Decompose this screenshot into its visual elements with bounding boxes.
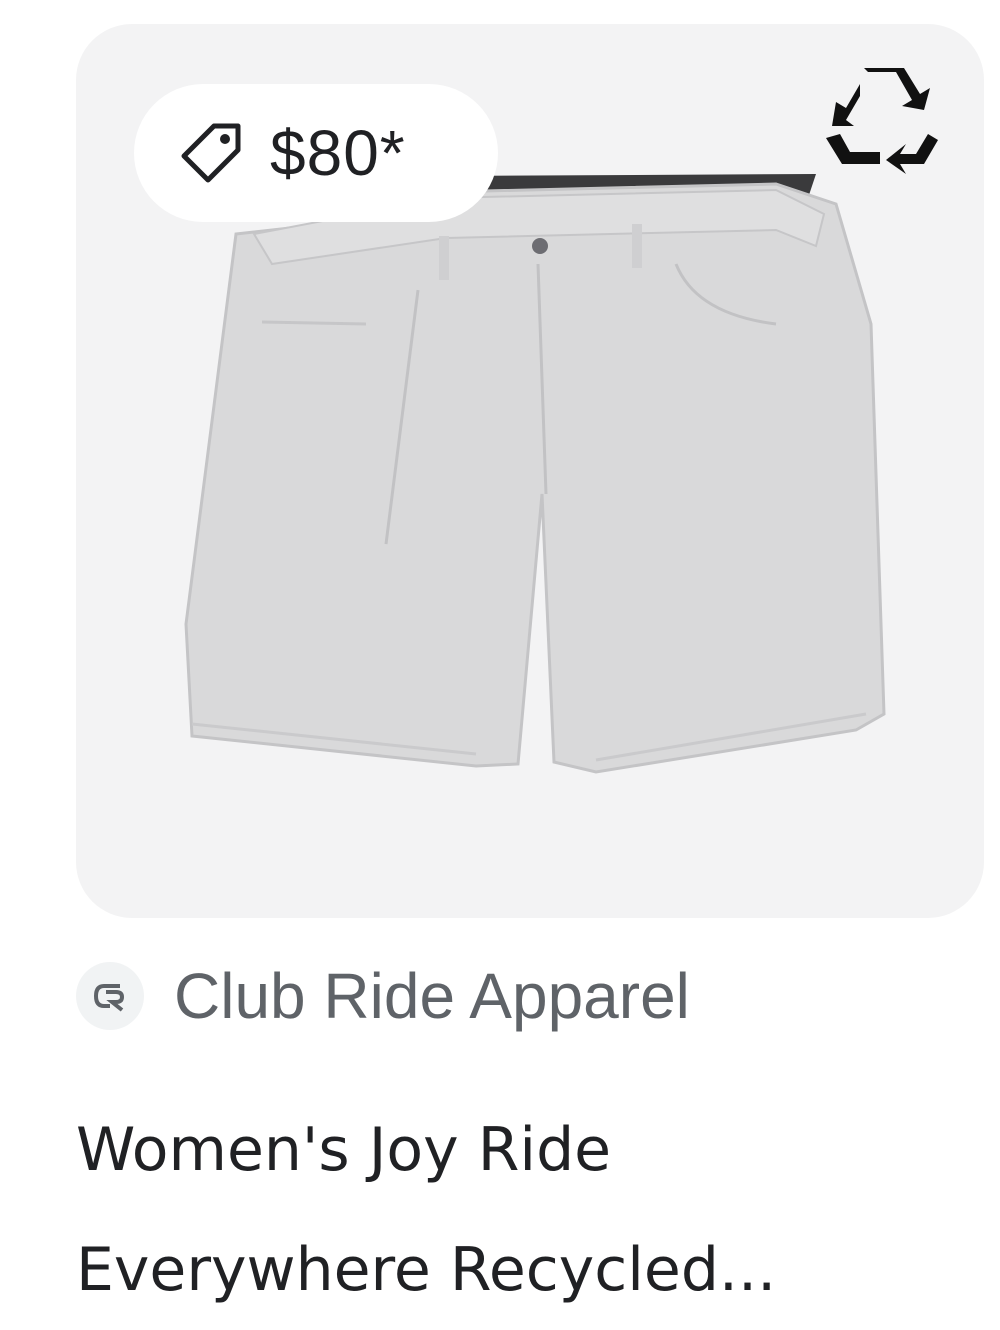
price-label: $80*: [270, 117, 406, 189]
price-badge: $80*: [134, 84, 498, 222]
club-ride-logo-icon: [76, 962, 144, 1030]
product-title-line-2: Everywhere Recycled...: [76, 1235, 777, 1305]
recycle-icon: [826, 68, 938, 174]
product-title[interactable]: Women's Joy Ride Everywhere Recycled...: [76, 1090, 976, 1330]
product-title-line-1: Women's Joy Ride: [76, 1115, 612, 1185]
merchant-row[interactable]: Club Ride Apparel: [76, 956, 976, 1036]
product-card[interactable]: $80* Club Ride Apparel Women's Joy Ride …: [0, 0, 1000, 1330]
tag-icon: [181, 123, 241, 183]
merchant-name: Club Ride Apparel: [174, 960, 690, 1032]
